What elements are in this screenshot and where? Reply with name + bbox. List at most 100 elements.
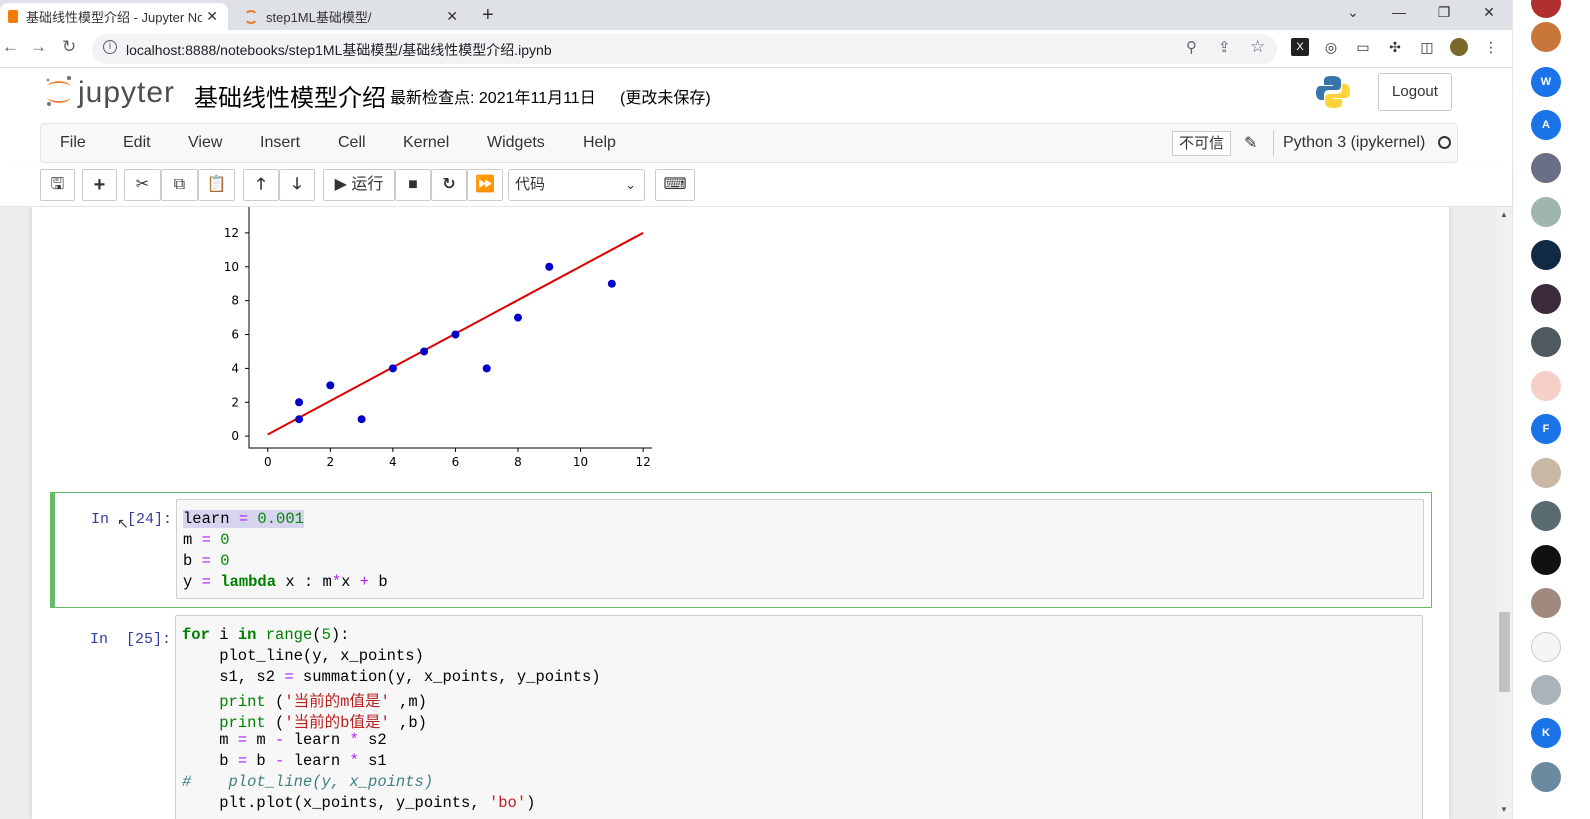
code-line: s1, s2 = summation(y, x_points, y_points… <box>182 668 601 686</box>
y-tick-label: 12 <box>224 226 239 240</box>
side-avatar[interactable] <box>1531 545 1561 575</box>
x-tick-label: 10 <box>573 455 588 469</box>
side-avatar[interactable] <box>1531 153 1561 183</box>
extension-monitor-icon[interactable]: ▭ <box>1354 38 1372 56</box>
omnibox[interactable]: i localhost:8888/notebooks/step1ML基础模型/基… <box>92 34 1277 64</box>
menu-help[interactable]: Help <box>583 134 616 152</box>
maximize-icon[interactable]: ❐ <box>1429 4 1459 21</box>
cell-type-select[interactable]: 代码 ⌄ <box>508 169 645 201</box>
side-panel-icon[interactable]: ◫ <box>1418 38 1436 56</box>
side-avatar-f[interactable]: F <box>1531 414 1561 444</box>
side-avatar[interactable] <box>1531 240 1561 270</box>
cell-prompt-in: In <box>90 631 109 648</box>
data-point <box>420 347 429 356</box>
menu-file[interactable]: File <box>60 134 86 152</box>
code-cell[interactable]: In [25]: for i in range(5): plot_line(y,… <box>50 613 1432 819</box>
side-avatar[interactable] <box>1531 458 1561 488</box>
not-trusted-badge[interactable]: 不可信 <box>1172 131 1232 156</box>
code-input[interactable]: learn = 0.001 m = 0 b = 0 y = lambda x :… <box>176 499 1424 599</box>
menu-view[interactable]: View <box>188 134 222 152</box>
y-tick-label: 2 <box>231 395 239 409</box>
notebook-title[interactable]: 基础线性模型介绍 <box>194 78 386 113</box>
side-avatar[interactable] <box>1531 762 1561 792</box>
code-line: print ('当前的b值是' ,b) <box>219 714 427 732</box>
extension-x-icon[interactable]: X <box>1291 38 1309 56</box>
move-up-button[interactable]: 🡑 <box>243 169 279 201</box>
menu-kernel[interactable]: Kernel <box>403 134 449 152</box>
logout-button[interactable]: Logout <box>1378 73 1452 111</box>
side-avatar[interactable] <box>1531 588 1561 618</box>
side-avatar-a[interactable]: A <box>1531 110 1561 140</box>
cell-selection-bar <box>50 492 55 608</box>
insert-cell-button[interactable]: + <box>82 169 117 201</box>
tab-directory[interactable]: step1ML基础模型/ ✕ <box>236 3 468 30</box>
minimize-icon[interactable]: — <box>1384 4 1414 20</box>
menu-cell[interactable]: Cell <box>338 134 366 152</box>
reload-icon[interactable]: ↻ <box>62 37 76 57</box>
browser-address-bar: ← → ↻ i localhost:8888/notebooks/step1ML… <box>0 30 1512 68</box>
side-avatar[interactable] <box>1531 0 1561 18</box>
side-avatar[interactable] <box>1531 675 1561 705</box>
close-tab-icon[interactable]: ✕ <box>446 8 458 25</box>
extensions-puzzle-icon[interactable]: ✣ <box>1386 38 1404 56</box>
x-tick-label: 4 <box>389 455 397 469</box>
jupyter-logo-icon[interactable] <box>44 74 74 110</box>
close-window-icon[interactable]: ✕ <box>1474 4 1504 21</box>
menu-edit[interactable]: Edit <box>123 134 151 152</box>
run-button[interactable]: ▶ 运行 <box>323 169 395 201</box>
scroll-up-icon[interactable]: ▲ <box>1500 210 1508 219</box>
tab-search-icon[interactable]: ⌄ <box>1338 4 1368 21</box>
back-icon[interactable]: ← <box>2 37 19 57</box>
side-avatar-w[interactable]: W <box>1531 67 1561 97</box>
notebook-scrollbar[interactable]: ▲ ▼ <box>1497 207 1512 819</box>
interrupt-button[interactable]: ■ <box>395 169 431 201</box>
menu-insert[interactable]: Insert <box>260 134 300 152</box>
run-label: 运行 <box>351 176 384 193</box>
more-menu-icon[interactable]: ⋮ <box>1482 38 1500 56</box>
x-tick-label: 0 <box>264 455 272 469</box>
scrollbar-thumb[interactable] <box>1499 612 1510 692</box>
move-down-button[interactable]: 🡓 <box>279 169 315 201</box>
cell-prompt-in: In <box>91 511 110 528</box>
extension-chrome-icon[interactable]: ◎ <box>1322 38 1340 56</box>
forward-icon[interactable]: → <box>30 37 47 57</box>
data-point <box>388 364 397 373</box>
side-avatar-k[interactable]: K <box>1531 718 1561 748</box>
profile-avatar[interactable] <box>1450 38 1468 56</box>
save-button[interactable]: 🖫 <box>40 169 75 201</box>
fast-forward-icon: ⏩ <box>475 176 495 193</box>
jupyter-logo-text[interactable]: jupyter <box>78 76 175 110</box>
side-avatar[interactable] <box>1531 632 1561 662</box>
code-line: learn = 0.001 <box>183 510 304 528</box>
side-avatar[interactable] <box>1531 22 1561 52</box>
kernel-name[interactable]: Python 3 (ipykernel) <box>1283 134 1425 152</box>
site-info-icon[interactable]: i <box>103 40 117 54</box>
keyboard-icon: ⌨ <box>663 176 687 193</box>
kernel-idle-indicator <box>1438 136 1451 149</box>
tab-notebook[interactable]: 基础线性模型介绍 - Jupyter No ✕ <box>0 3 228 30</box>
cell-type-value: 代码 <box>515 176 546 193</box>
bookmark-star-icon[interactable]: ☆ <box>1250 37 1265 57</box>
edit-pencil-icon[interactable]: ✎ <box>1244 133 1257 153</box>
share-icon[interactable]: ⇪ <box>1218 38 1231 56</box>
cut-button[interactable]: ✂ <box>124 169 161 201</box>
side-avatar[interactable] <box>1531 197 1561 227</box>
copy-button[interactable]: ⧉ <box>161 169 198 201</box>
side-avatar[interactable] <box>1531 327 1561 357</box>
url-text[interactable]: localhost:8888/notebooks/step1ML基础模型/基础线… <box>126 40 552 60</box>
new-tab-button[interactable]: + <box>482 4 494 27</box>
code-input[interactable]: for i in range(5): plot_line(y, x_points… <box>175 615 1423 819</box>
side-avatar[interactable] <box>1531 284 1561 314</box>
command-palette-button[interactable]: ⌨ <box>655 169 695 201</box>
side-avatar[interactable] <box>1531 501 1561 531</box>
menu-widgets[interactable]: Widgets <box>487 134 545 152</box>
restart-button[interactable]: ↻ <box>431 169 467 201</box>
side-avatar[interactable] <box>1531 371 1561 401</box>
code-cell-selected[interactable]: In [24]: learn = 0.001 m = 0 b = 0 y = l… <box>50 492 1432 608</box>
close-tab-icon[interactable]: ✕ <box>206 8 218 25</box>
scroll-down-icon[interactable]: ▼ <box>1500 805 1508 814</box>
zoom-icon[interactable]: ⚲ <box>1186 38 1197 56</box>
jupyter-header: jupyter 基础线性模型介绍 最新检查点: 2021年11月11日 (更改未… <box>0 68 1512 123</box>
restart-run-all-button[interactable]: ⏩ <box>467 169 503 201</box>
paste-button[interactable]: 📋 <box>198 169 235 201</box>
